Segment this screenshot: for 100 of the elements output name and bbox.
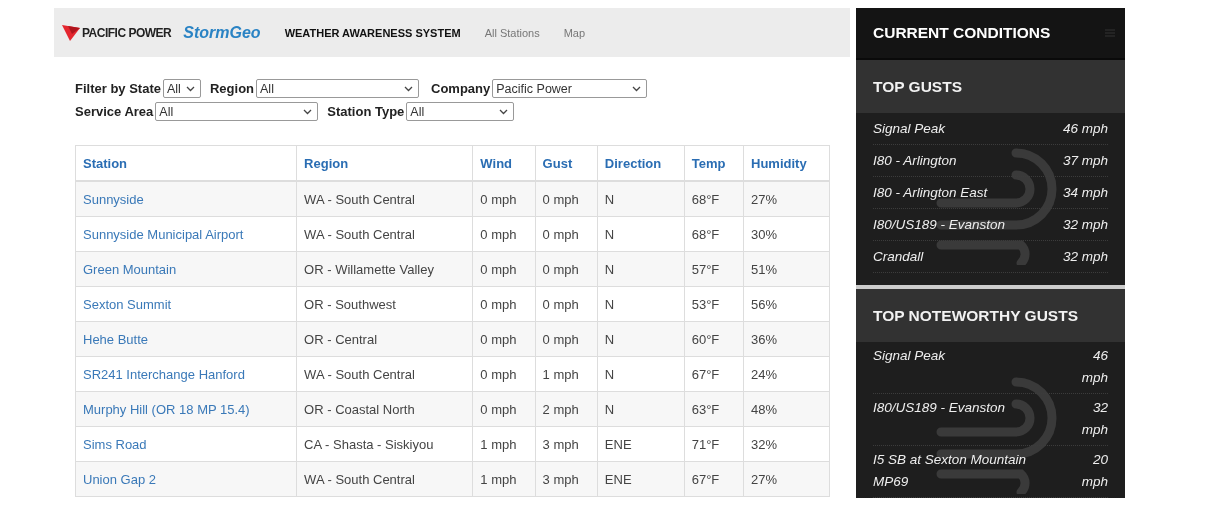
table-cell: WA - South Central bbox=[304, 366, 415, 382]
table-cell: 68°F bbox=[691, 191, 720, 207]
table-cell: 0 mph bbox=[480, 191, 517, 207]
gust-speed: 46 mph bbox=[1062, 121, 1108, 136]
nav-link[interactable]: Map bbox=[563, 26, 586, 39]
table-cell: N bbox=[604, 191, 615, 207]
table-cell: 0 mph bbox=[480, 366, 517, 382]
station-name: I80 - Arlington bbox=[873, 153, 957, 168]
table-cell: 3 mph bbox=[542, 436, 579, 452]
table-cell: 48% bbox=[751, 401, 778, 417]
filter-label: Service Area bbox=[75, 104, 154, 119]
table-cell: OR - Central bbox=[304, 331, 378, 347]
table-cell: N bbox=[604, 296, 615, 312]
table-cell: 0 mph bbox=[480, 331, 517, 347]
station-name: I80 - Arlington East bbox=[873, 185, 988, 200]
table-cell: 2 mph bbox=[542, 401, 579, 417]
table-cell: 24% bbox=[751, 366, 778, 382]
station-link[interactable]: Green Mountain bbox=[83, 261, 177, 277]
station-link[interactable]: Sunnyside bbox=[83, 191, 144, 207]
panel-title: TOP GUSTS bbox=[873, 77, 962, 96]
app-title: WEATHER AWARENESS SYSTEM bbox=[284, 26, 461, 39]
table-cell: 30% bbox=[751, 226, 778, 242]
table-cell: 51% bbox=[751, 261, 778, 277]
table-cell: 0 mph bbox=[542, 261, 579, 277]
station-link[interactable]: Sexton Summit bbox=[83, 296, 172, 312]
table-cell: OR - Willamette Valley bbox=[304, 261, 434, 277]
gust-speed: 46 mph bbox=[1080, 347, 1108, 387]
table-cell: 36% bbox=[751, 331, 778, 347]
chevron-down-icon bbox=[303, 108, 313, 115]
station-link[interactable]: Union Gap 2 bbox=[83, 471, 156, 487]
table-cell: ENE bbox=[604, 471, 632, 487]
table-cell: 56% bbox=[751, 296, 778, 312]
table-cell: CA - Shasta - Siskiyou bbox=[304, 436, 434, 452]
partner-logo: StormGeo bbox=[183, 23, 261, 42]
table-cell: 0 mph bbox=[480, 296, 517, 312]
table-cell: 67°F bbox=[691, 366, 720, 382]
table-cell: 0 mph bbox=[480, 401, 517, 417]
chevron-down-icon bbox=[404, 85, 414, 92]
table-cell: N bbox=[604, 366, 615, 382]
table-cell: 67°F bbox=[691, 471, 720, 487]
gust-speed: 37 mph bbox=[1062, 153, 1108, 168]
table-cell: 1 mph bbox=[480, 471, 517, 487]
station-link[interactable]: Hehe Butte bbox=[83, 331, 149, 347]
gust-speed: 32 mph bbox=[1062, 249, 1108, 264]
table-cell: 0 mph bbox=[542, 296, 579, 312]
gust-speed: 32 mph bbox=[1080, 399, 1108, 439]
station-name: Signal Peak bbox=[873, 347, 947, 365]
dropdown-select[interactable]: All bbox=[406, 102, 515, 121]
table-cell: 60°F bbox=[691, 331, 720, 347]
sidebar-title: CURRENT CONDITIONS bbox=[873, 24, 1051, 42]
station-name: Signal Peak bbox=[873, 121, 946, 136]
brand-name: PACIFIC POWER bbox=[82, 25, 172, 40]
chevron-down-icon bbox=[632, 85, 642, 92]
table-cell: N bbox=[604, 331, 615, 347]
table-cell: 1 mph bbox=[480, 436, 517, 452]
table-cell: 0 mph bbox=[542, 191, 579, 207]
chevron-down-icon bbox=[185, 85, 195, 92]
station-name: I80/US189 - Evanston bbox=[873, 217, 1006, 232]
table-cell: 1 mph bbox=[542, 366, 579, 382]
table-cell: 63°F bbox=[691, 401, 720, 417]
table-cell: 68°F bbox=[691, 226, 720, 242]
table-cell: WA - South Central bbox=[304, 471, 415, 487]
gust-speed: 20 mph bbox=[1080, 451, 1108, 491]
table-cell: 0 mph bbox=[542, 331, 579, 347]
table-cell: 71°F bbox=[691, 436, 720, 452]
station-name: I5 SB at Sexton Mountain MP69 bbox=[873, 451, 1028, 491]
table-cell: 32% bbox=[751, 436, 778, 452]
panel-title: TOP NOTEWORTHY GUSTS bbox=[873, 306, 1078, 325]
table-cell: WA - South Central bbox=[304, 226, 415, 242]
table-cell: 0 mph bbox=[480, 226, 517, 242]
table-cell: 57°F bbox=[691, 261, 720, 277]
gust-speed: 32 mph bbox=[1062, 217, 1108, 232]
triangle-logo-icon bbox=[62, 24, 80, 41]
table-cell: N bbox=[604, 261, 615, 277]
table-cell: 53°F bbox=[691, 296, 720, 312]
table-cell: N bbox=[604, 401, 615, 417]
filter-label: Company bbox=[431, 81, 491, 96]
table-cell: OR - Southwest bbox=[304, 296, 396, 312]
dropdown-select[interactable]: All bbox=[256, 79, 420, 98]
table-cell: 27% bbox=[751, 191, 778, 207]
table-cell: WA - South Central bbox=[304, 191, 415, 207]
dropdown-select[interactable]: All bbox=[155, 102, 319, 121]
filter-label: Filter by State bbox=[75, 81, 161, 96]
table-cell: 3 mph bbox=[542, 471, 579, 487]
table-cell: 27% bbox=[751, 471, 778, 487]
table-cell: 0 mph bbox=[542, 226, 579, 242]
station-name: I80/US189 - Evanston bbox=[873, 399, 1007, 417]
table-cell: OR - Coastal North bbox=[304, 401, 415, 417]
chevron-down-icon bbox=[499, 108, 509, 115]
dropdown-select[interactable]: Pacific Power bbox=[492, 79, 648, 98]
gust-speed: 34 mph bbox=[1062, 185, 1108, 200]
dropdown-select[interactable]: All bbox=[162, 79, 201, 98]
filter-label: Region bbox=[209, 81, 255, 96]
table-cell: ENE bbox=[604, 436, 632, 452]
filter-label: Station Type bbox=[327, 104, 405, 119]
table-cell: N bbox=[604, 226, 615, 242]
table-cell: 0 mph bbox=[480, 261, 517, 277]
station-name: Crandall bbox=[873, 249, 924, 264]
nav-link[interactable]: All Stations bbox=[484, 26, 540, 39]
station-link[interactable]: Sims Road bbox=[83, 436, 147, 452]
